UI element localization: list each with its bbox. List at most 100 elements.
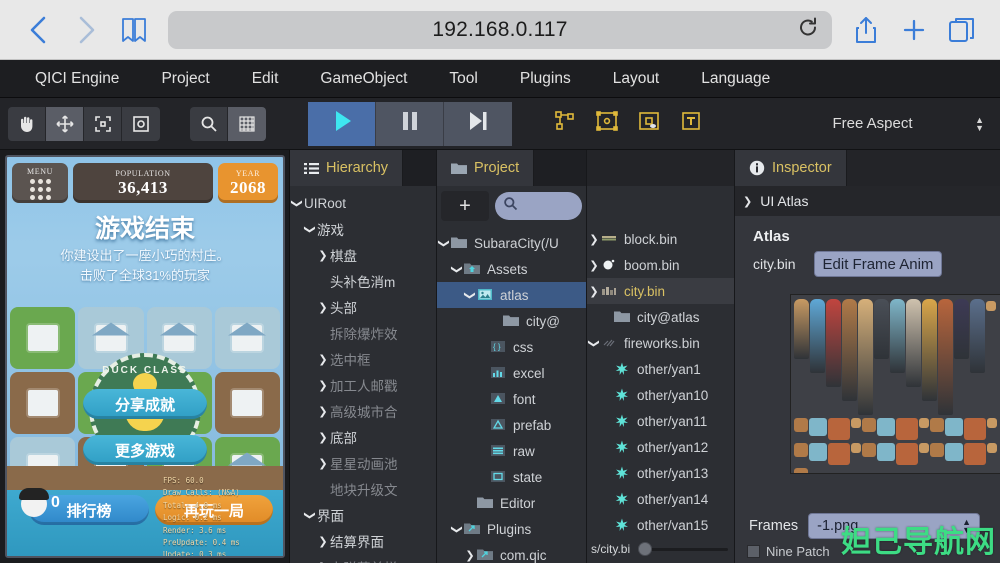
hierarchy-row[interactable]: ❯ 结算界面 xyxy=(290,528,436,554)
node-graph-button[interactable] xyxy=(544,105,586,143)
project-row[interactable]: · Editor xyxy=(437,490,586,516)
hierarchy-row[interactable]: ❯ 加工人邮戳 xyxy=(290,372,436,398)
chevron-right-icon[interactable]: ❯ xyxy=(587,259,601,272)
bounds-button[interactable] xyxy=(586,105,628,143)
asset-row[interactable]: · other/yan14 xyxy=(587,486,734,512)
chevron-down-icon[interactable]: ❯ xyxy=(438,236,451,250)
menu-item-tool[interactable]: Tool xyxy=(428,60,498,98)
chevron-down-icon[interactable]: ❯ xyxy=(304,508,317,522)
asset-row[interactable]: · other/yan11 xyxy=(587,408,734,434)
chevron-down-icon[interactable]: ❯ xyxy=(743,195,752,208)
ui-atlas-section-header[interactable]: ❯ UI Atlas xyxy=(735,186,1000,216)
project-row[interactable]: ❯ atlas xyxy=(437,282,586,308)
project-row[interactable]: ❯ com.qic xyxy=(437,542,586,563)
hierarchy-row[interactable]: ❯ 底部 xyxy=(290,424,436,450)
chevron-down-icon[interactable]: ❯ xyxy=(291,196,304,210)
project-row[interactable]: · city@ xyxy=(437,308,586,334)
chevron-down-icon[interactable]: ❯ xyxy=(464,288,477,302)
anchor-button[interactable] xyxy=(628,105,670,143)
project-row[interactable]: · state xyxy=(437,464,586,490)
hierarchy-row[interactable]: ❯ 棋盘 xyxy=(290,242,436,268)
hierarchy-row[interactable]: ❯ 高级城市合 xyxy=(290,398,436,424)
aspect-ratio-dropdown[interactable]: Free Aspect ▲ ▼ xyxy=(745,115,1000,132)
chevron-right-icon[interactable]: ❯ xyxy=(316,457,330,470)
asset-row[interactable]: ❯ boom.bin xyxy=(587,252,734,278)
asset-row[interactable]: · other/van15 xyxy=(587,512,734,535)
hierarchy-row[interactable]: ·头补色消m xyxy=(290,268,436,294)
hierarchy-row[interactable]: ❯ 游戏 xyxy=(290,216,436,242)
asset-row[interactable]: · city@atlas xyxy=(587,304,734,330)
chevron-right-icon[interactable]: ❯ xyxy=(316,405,330,418)
add-asset-button[interactable]: + xyxy=(441,191,489,221)
project-row[interactable]: · excel xyxy=(437,360,586,386)
game-canvas[interactable]: MENU POPULATION 36,413 YEAR 2068 游戏结束 你建… xyxy=(5,155,285,558)
share-button[interactable] xyxy=(844,8,888,52)
hierarchy-row[interactable]: ·拆除爆炸效 xyxy=(290,320,436,346)
project-row[interactable]: ❯ SubaraCity(/U xyxy=(437,230,586,256)
menu-item-edit[interactable]: Edit xyxy=(231,60,300,98)
asset-row[interactable]: ❯ block.bin xyxy=(587,226,734,252)
reload-icon[interactable] xyxy=(798,16,818,43)
new-tab-button[interactable] xyxy=(892,8,936,52)
bookmarks-button[interactable] xyxy=(112,8,156,52)
menu-item-language[interactable]: Language xyxy=(680,60,791,98)
share-achievement-button[interactable]: 分享成就 xyxy=(83,389,207,419)
asset-file-tree[interactable]: ❯ block.bin ❯ boom.bin ❯ city.bin · city@atlas ❯… xyxy=(587,226,734,535)
menu-item-project[interactable]: Project xyxy=(140,60,230,98)
hierarchy-row[interactable]: ❯上弹菜单栏 xyxy=(290,554,436,563)
asset-row[interactable]: ❯ fireworks.bin xyxy=(587,330,734,356)
pause-button[interactable] xyxy=(376,101,444,146)
hierarchy-row[interactable]: ❯ 星星动画池 xyxy=(290,450,436,476)
chevron-right-icon[interactable]: ❯ xyxy=(463,549,477,562)
slider-knob[interactable] xyxy=(638,542,653,556)
asset-row[interactable]: · other/yan12 xyxy=(587,434,734,460)
move-tool-button[interactable] xyxy=(46,106,84,141)
asset-row[interactable]: · other/yan10 xyxy=(587,382,734,408)
chevron-right-icon[interactable]: ❯ xyxy=(316,301,330,314)
project-tree[interactable]: ❯SubaraCity(/U❯Assets❯atlas·city@·{ }css… xyxy=(437,226,586,563)
hierarchy-tree[interactable]: ❯UIRoot❯游戏❯棋盘·头补色消m❯头部·拆除爆炸效❯选中框❯加工人邮戳❯高… xyxy=(290,186,436,563)
thumbnail-size-slider[interactable] xyxy=(636,541,730,557)
project-row[interactable]: ❯ Assets xyxy=(437,256,586,282)
project-row[interactable]: ❯ Plugins xyxy=(437,516,586,542)
project-search-input[interactable] xyxy=(495,192,582,220)
asset-row[interactable]: · other/yan13 xyxy=(587,460,734,486)
asset-row[interactable]: · other/yan1 xyxy=(587,356,734,382)
project-row[interactable]: · raw xyxy=(437,438,586,464)
menu-item-qici-engine[interactable]: QICI Engine xyxy=(14,60,140,98)
chevron-down-icon[interactable]: ❯ xyxy=(588,336,601,350)
chevron-right-icon[interactable]: ❯ xyxy=(316,249,330,262)
edit-frame-animation-button[interactable]: Edit Frame Anim xyxy=(813,251,943,277)
chevron-right-icon[interactable]: ❯ xyxy=(587,233,601,246)
chevron-right-icon[interactable]: ❯ xyxy=(587,285,601,298)
back-button[interactable] xyxy=(16,8,60,52)
hand-tool-button[interactable] xyxy=(8,106,46,141)
menu-item-layout[interactable]: Layout xyxy=(592,60,681,98)
menu-item-gameobject[interactable]: GameObject xyxy=(299,60,428,98)
project-row[interactable]: ·{ } css xyxy=(437,334,586,360)
tabs-button[interactable] xyxy=(940,8,984,52)
hierarchy-row[interactable]: ❯ 界面 xyxy=(290,502,436,528)
step-button[interactable] xyxy=(444,101,512,146)
tab-inspector[interactable]: Inspector xyxy=(735,150,847,186)
game-menu-button[interactable]: MENU xyxy=(12,163,68,203)
tab-project[interactable]: Project xyxy=(437,150,535,186)
play-button[interactable] xyxy=(308,101,376,146)
hierarchy-row[interactable]: ❯ UIRoot xyxy=(290,190,436,216)
hierarchy-row[interactable]: ❯ 选中框 xyxy=(290,346,436,372)
scale-tool-button[interactable] xyxy=(84,106,122,141)
hierarchy-row[interactable]: ·地块升级文 xyxy=(290,476,436,502)
menu-item-plugins[interactable]: Plugins xyxy=(499,60,592,98)
forward-button[interactable] xyxy=(64,8,108,52)
chevron-down-icon[interactable]: ❯ xyxy=(451,262,464,276)
chevron-down-icon[interactable]: ❯ xyxy=(451,522,464,536)
stepper-updown-icon[interactable]: ▲ ▼ xyxy=(975,115,984,132)
nine-patch-checkbox[interactable] xyxy=(747,545,760,558)
project-row[interactable]: · prefab xyxy=(437,412,586,438)
asset-row[interactable]: ❯ city.bin xyxy=(587,278,734,304)
grid-tool-button[interactable] xyxy=(228,106,266,141)
atlas-sprite-sheet-preview[interactable] xyxy=(790,294,1000,474)
game-view[interactable]: MENU POPULATION 36,413 YEAR 2068 游戏结束 你建… xyxy=(0,150,290,563)
chevron-right-icon[interactable]: ❯ xyxy=(316,379,330,392)
project-row[interactable]: · font xyxy=(437,386,586,412)
